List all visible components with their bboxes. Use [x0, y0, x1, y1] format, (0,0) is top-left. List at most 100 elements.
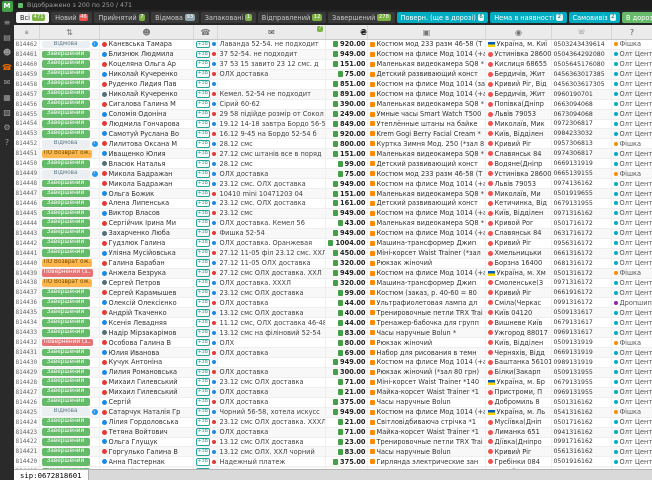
table-row[interactable]: 814429ЗавершенийЛилия Романовська+ЗВОЛХ …: [14, 368, 652, 378]
price-cell[interactable]: 43.00: [326, 219, 368, 228]
callback-badge[interactable]: +ЗВ: [196, 160, 210, 168]
callback-cell[interactable]: +ЗВ: [194, 179, 218, 188]
app-logo[interactable]: M: [2, 1, 13, 12]
order-id-cell[interactable]: 814427: [14, 388, 40, 397]
callback-badge[interactable]: +ЗВ: [196, 269, 210, 277]
info-icon[interactable]: i: [92, 41, 98, 47]
product-cell[interactable]: Міні-корсет Waist Trainer (*зал: [368, 249, 486, 258]
order-status-cell[interactable]: Завершений: [40, 447, 100, 456]
callback-badge[interactable]: +ЗВ: [196, 80, 210, 88]
region-cell[interactable]: Кривой Рог: [486, 219, 552, 228]
region-cell[interactable]: Бердичів, Жит: [486, 90, 552, 99]
order-id-cell[interactable]: 814442: [14, 239, 40, 248]
price-cell[interactable]: 99.00: [326, 288, 368, 297]
price-cell[interactable]: 83.00: [326, 447, 368, 456]
callback-cell[interactable]: +ЗВ: [194, 308, 218, 317]
tab-прийнятий[interactable]: Прийнятий7: [94, 12, 149, 23]
phone-cell[interactable]: 0941316162: [552, 428, 612, 437]
region-cell[interactable]: Кривий Ріг: [486, 447, 552, 456]
price-cell[interactable]: 21.00: [326, 418, 368, 427]
callback-badge[interactable]: +ЗВ: [196, 130, 210, 138]
price-cell[interactable]: 71.00: [326, 378, 368, 387]
order-id-cell[interactable]: 814430: [14, 358, 40, 367]
source-cell[interactable]: Олт Центр: [612, 120, 652, 129]
source-cell[interactable]: Фішка: [612, 269, 652, 278]
region-cell[interactable]: Бердичів, Жит: [486, 70, 552, 79]
order-status-cell[interactable]: Завершений: [40, 308, 100, 317]
order-id-cell[interactable]: 814439: [14, 269, 40, 278]
column-header-callback[interactable]: ☎: [194, 25, 218, 39]
source-cell[interactable]: Фішка: [612, 139, 652, 148]
order-status-cell[interactable]: Завершений: [40, 378, 100, 387]
order-id-cell[interactable]: 814434: [14, 318, 40, 327]
client-cell[interactable]: Захарченко Люба: [100, 229, 194, 238]
column-header-phone[interactable]: ☏: [552, 25, 612, 39]
order-id-cell[interactable]: 814458: [14, 80, 40, 89]
client-cell[interactable]: Микола Бадражан: [100, 169, 194, 178]
phone-cell[interactable]: 0501316162: [552, 398, 612, 407]
mail-icon[interactable]: ✉: [4, 79, 11, 87]
callback-badge[interactable]: +ЗВ: [196, 408, 210, 416]
order-status-cell[interactable]: Завершений: [40, 179, 100, 188]
comment-cell[interactable]: 27.12 11-05 філ 23.12 смс. ХХЛ: [218, 249, 326, 258]
product-cell[interactable]: Костюм на флисе Мод 1014 (+а: [368, 358, 486, 367]
client-cell[interactable]: Тетяна Войтович: [100, 428, 194, 437]
source-cell[interactable]: Фішка: [612, 169, 652, 178]
table-row[interactable]: 814430ЗавершенийКучук Антоніна+ЗВ949.00К…: [14, 358, 652, 368]
callback-badge[interactable]: +ЗВ: [196, 279, 210, 287]
callback-cell[interactable]: +ЗВ: [194, 447, 218, 456]
callback-cell[interactable]: +ЗВ: [194, 298, 218, 307]
callback-cell[interactable]: +ЗВ: [194, 288, 218, 297]
order-id-cell[interactable]: 814421: [14, 447, 40, 456]
price-cell[interactable]: 891.00: [326, 90, 368, 99]
phone-cell[interactable]: 0504364292080: [552, 50, 612, 59]
price-cell[interactable]: 151.00: [326, 189, 368, 198]
tab-всі[interactable]: Всі471: [16, 12, 49, 23]
order-id-cell[interactable]: 814424: [14, 418, 40, 427]
order-status-cell[interactable]: Завершений: [40, 70, 100, 79]
order-status-cell[interactable]: Завершений: [40, 110, 100, 119]
product-cell[interactable]: Машина-трансформер Джип: [368, 239, 486, 248]
order-id-cell[interactable]: 814461: [14, 50, 40, 59]
info-icon[interactable]: i: [92, 141, 98, 147]
price-cell[interactable]: 375.00: [326, 457, 368, 466]
callback-badge[interactable]: +ЗВ: [196, 259, 210, 267]
source-cell[interactable]: Олт Центр: [612, 388, 652, 397]
product-cell[interactable]: Тренировочные петли TRX Trai: [368, 438, 486, 447]
order-id-cell[interactable]: 814433: [14, 328, 40, 337]
order-id-cell[interactable]: 814431: [14, 348, 40, 357]
source-cell[interactable]: Дропшип: [612, 298, 652, 307]
callback-badge[interactable]: +ЗВ: [196, 170, 210, 178]
callback-cell[interactable]: +ЗВ: [194, 110, 218, 119]
phone-cell[interactable]: 0501919655: [552, 189, 612, 198]
client-cell[interactable]: Ольга Божик: [100, 189, 194, 198]
source-cell[interactable]: Олт Центр: [612, 457, 652, 466]
product-cell[interactable]: Куртка Зимня Мод. 250 (*зал 8: [368, 139, 486, 148]
price-cell[interactable]: 99.00: [326, 159, 368, 168]
callback-badge[interactable]: +ЗВ: [196, 200, 210, 208]
phone-cell[interactable]: 0509131617: [552, 308, 612, 317]
phone-cell[interactable]: 0631716172: [552, 229, 612, 238]
region-cell[interactable]: Україна, м. Хм: [486, 269, 552, 278]
clients-icon[interactable]: ☻: [3, 49, 11, 57]
comment-cell[interactable]: 37 53 15 завито 23 12 смс. д: [218, 60, 326, 69]
callback-badge[interactable]: +ЗВ: [196, 100, 210, 108]
product-cell[interactable]: Детский развивающий конст: [368, 70, 486, 79]
callback-cell[interactable]: +ЗВ: [194, 408, 218, 417]
callback-cell[interactable]: +ЗВ: [194, 259, 218, 268]
phone-cell[interactable]: 0663094068: [552, 100, 612, 109]
order-status-cell[interactable]: Відмоваi: [40, 169, 100, 178]
table-row[interactable]: 814433ЗавершенийНадір Мірзакарімов+ЗВ13.…: [14, 328, 652, 338]
source-cell[interactable]: Олт Центр: [612, 378, 652, 387]
callback-badge[interactable]: +ЗВ: [196, 388, 210, 396]
region-cell[interactable]: Київ, Відділен: [486, 209, 552, 218]
callback-badge[interactable]: +ЗВ: [196, 329, 210, 337]
table-row[interactable]: 814434ЗавершенийКсенія Левадняя+ЗВ11.12 …: [14, 318, 652, 328]
table-row[interactable]: 814420ЗавершенийАнна Пастернак+ЗВНадежны…: [14, 457, 652, 467]
source-cell[interactable]: Олт Центр: [612, 398, 652, 407]
price-cell[interactable]: 80.00: [326, 338, 368, 347]
product-cell[interactable]: Костюм на флисе Мод 1014 (+а: [368, 90, 486, 99]
client-cell[interactable]: Иващенко Юлия: [100, 149, 194, 158]
region-cell[interactable]: Україна, м. Киї: [486, 40, 552, 49]
order-status-cell[interactable]: Завершений: [40, 348, 100, 357]
